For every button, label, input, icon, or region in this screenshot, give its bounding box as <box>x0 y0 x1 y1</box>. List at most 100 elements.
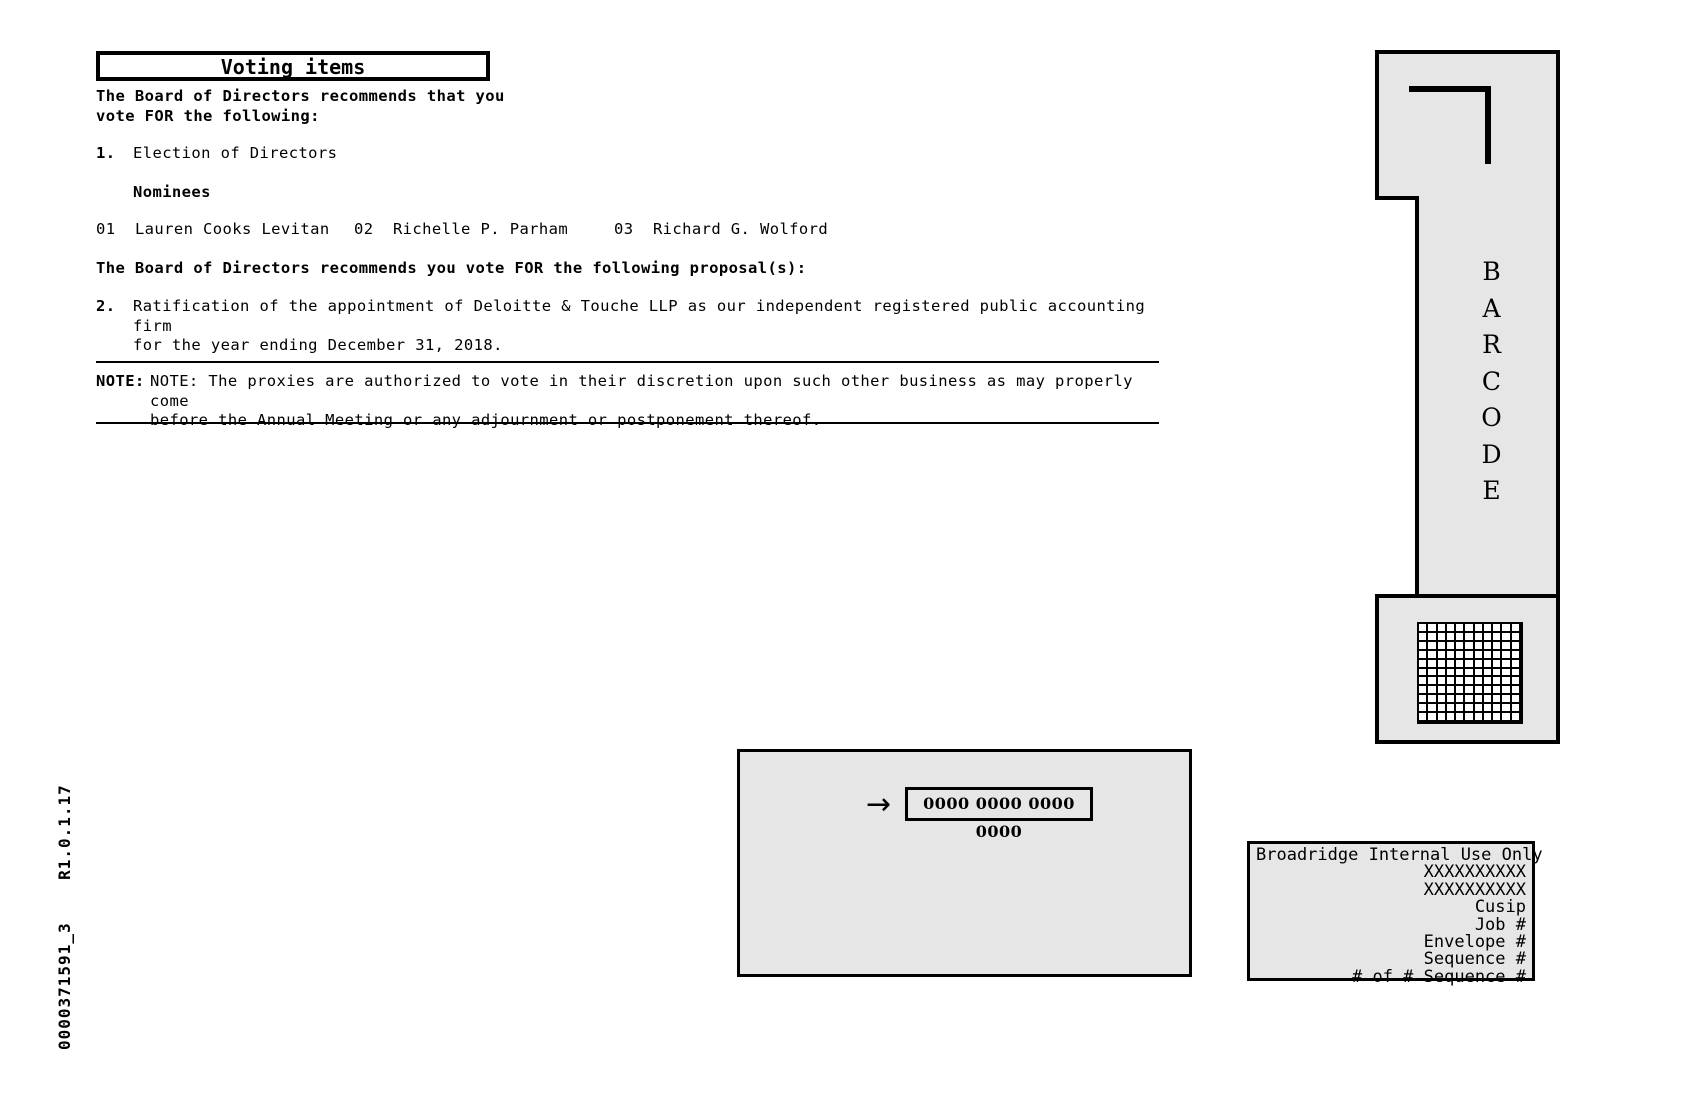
qr-cell <box>1511 713 1521 722</box>
qr-cell <box>1474 677 1484 687</box>
qr-cell <box>1437 668 1447 678</box>
qr-cell <box>1502 704 1512 714</box>
qr-cell <box>1502 632 1512 642</box>
qr-cell <box>1456 713 1466 722</box>
qr-cell <box>1419 632 1429 642</box>
registration-corner-mark-icon <box>1409 86 1491 164</box>
qr-cell <box>1493 668 1503 678</box>
qr-cell <box>1419 704 1429 714</box>
qr-cell <box>1474 668 1484 678</box>
qr-cell <box>1428 677 1438 687</box>
qr-cell <box>1446 659 1457 669</box>
list-item: 02 Richelle P. Parham <box>354 220 568 240</box>
broadridge-internal-use-panel: Broadridge Internal Use Only XXXXXXXXXX … <box>1247 841 1543 986</box>
qr-cell <box>1428 641 1438 651</box>
nominee-number: 01 <box>96 220 116 238</box>
proposal-2-number: 2. <box>96 297 116 315</box>
proposal-2-text: Ratification of the appointment of Deloi… <box>133 297 1146 354</box>
qr-cell <box>1483 659 1494 669</box>
qr-cell <box>1474 632 1484 642</box>
qr-cell <box>1456 704 1466 714</box>
document-id-vertical: 0000371591_3 R1.0.1.17 <box>55 784 74 1050</box>
qr-cell <box>1428 659 1438 669</box>
control-number-field[interactable]: 0000 0000 0000 0000 <box>905 787 1093 841</box>
qr-cell <box>1446 668 1457 678</box>
qr-cell <box>1502 686 1512 696</box>
qr-cell <box>1474 686 1484 696</box>
proposal-1-number: 1. <box>96 144 116 162</box>
qr-cell <box>1511 641 1521 651</box>
qr-cell <box>1428 686 1438 696</box>
qr-cell <box>1465 624 1475 633</box>
nominees-label: Nominees <box>133 183 211 201</box>
qr-cell <box>1419 659 1429 669</box>
qr-cell <box>1511 668 1521 678</box>
barcode-strip-edge <box>1556 196 1560 598</box>
qr-cell <box>1502 641 1512 651</box>
qr-cell <box>1493 713 1503 722</box>
qr-cell <box>1493 677 1503 687</box>
qr-cell <box>1474 704 1484 714</box>
qr-cell <box>1437 641 1447 651</box>
qr-cell <box>1483 641 1494 651</box>
qr-cell <box>1437 650 1447 660</box>
barcode-label: B A R C O D E <box>1419 254 1564 510</box>
qr-cell <box>1465 659 1475 669</box>
qr-cell <box>1502 650 1512 660</box>
qr-cell <box>1493 659 1503 669</box>
qr-cell <box>1428 713 1438 722</box>
qr-cell <box>1419 686 1429 696</box>
qr-cell <box>1428 704 1438 714</box>
qr-cell <box>1474 695 1484 705</box>
qr-cell <box>1502 659 1512 669</box>
qr-cell <box>1437 704 1447 714</box>
qr-cell <box>1419 668 1429 678</box>
list-item: 03 Richard G. Wolford <box>614 220 828 240</box>
barcode-top-panel <box>1375 50 1560 200</box>
qr-cell <box>1446 624 1457 633</box>
qr-cell <box>1474 713 1484 722</box>
qr-cell <box>1446 713 1457 722</box>
qr-cell <box>1483 713 1494 722</box>
qr-cell <box>1428 668 1438 678</box>
qr-cell <box>1446 632 1457 642</box>
qr-cell <box>1483 668 1494 678</box>
qr-cell <box>1511 695 1521 705</box>
divider-bottom <box>96 422 1159 424</box>
qr-cell <box>1493 641 1503 651</box>
qr-cell <box>1419 713 1429 722</box>
qr-cell <box>1419 641 1429 651</box>
qr-cell <box>1502 624 1512 633</box>
arrow-right-icon: → <box>866 787 892 822</box>
qr-cell <box>1474 650 1484 660</box>
qr-cell <box>1428 650 1438 660</box>
qr-cell <box>1511 677 1521 687</box>
qr-cell <box>1493 686 1503 696</box>
qr-cell <box>1437 695 1447 705</box>
qr-cell <box>1437 632 1447 642</box>
nominee-number: 03 <box>614 220 634 238</box>
qr-cell <box>1456 668 1466 678</box>
qr-cell <box>1502 713 1512 722</box>
qr-cell <box>1428 695 1438 705</box>
board-recommendation-intro: The Board of Directors recommends that y… <box>96 87 505 125</box>
qr-cell <box>1483 650 1494 660</box>
qr-cell <box>1446 677 1457 687</box>
qr-code-grid-icon <box>1417 622 1523 724</box>
qr-cell <box>1483 695 1494 705</box>
voting-items-header-box: Voting items <box>96 51 490 81</box>
qr-cell <box>1456 677 1466 687</box>
qr-cell <box>1428 632 1438 642</box>
barcode-vertical-strip: B A R C O D E <box>1415 196 1560 598</box>
nominee-name: Richelle P. Parham <box>392 220 569 238</box>
qr-cell <box>1465 695 1475 705</box>
qr-cell <box>1511 650 1521 660</box>
note-label: NOTE: <box>96 372 145 390</box>
qr-cell <box>1493 632 1503 642</box>
barcode-letter: A <box>1482 293 1501 323</box>
qr-cell <box>1502 668 1512 678</box>
qr-cell <box>1428 624 1438 633</box>
barcode-letter: R <box>1482 330 1501 359</box>
qr-cell <box>1511 704 1521 714</box>
qr-cell <box>1465 677 1475 687</box>
